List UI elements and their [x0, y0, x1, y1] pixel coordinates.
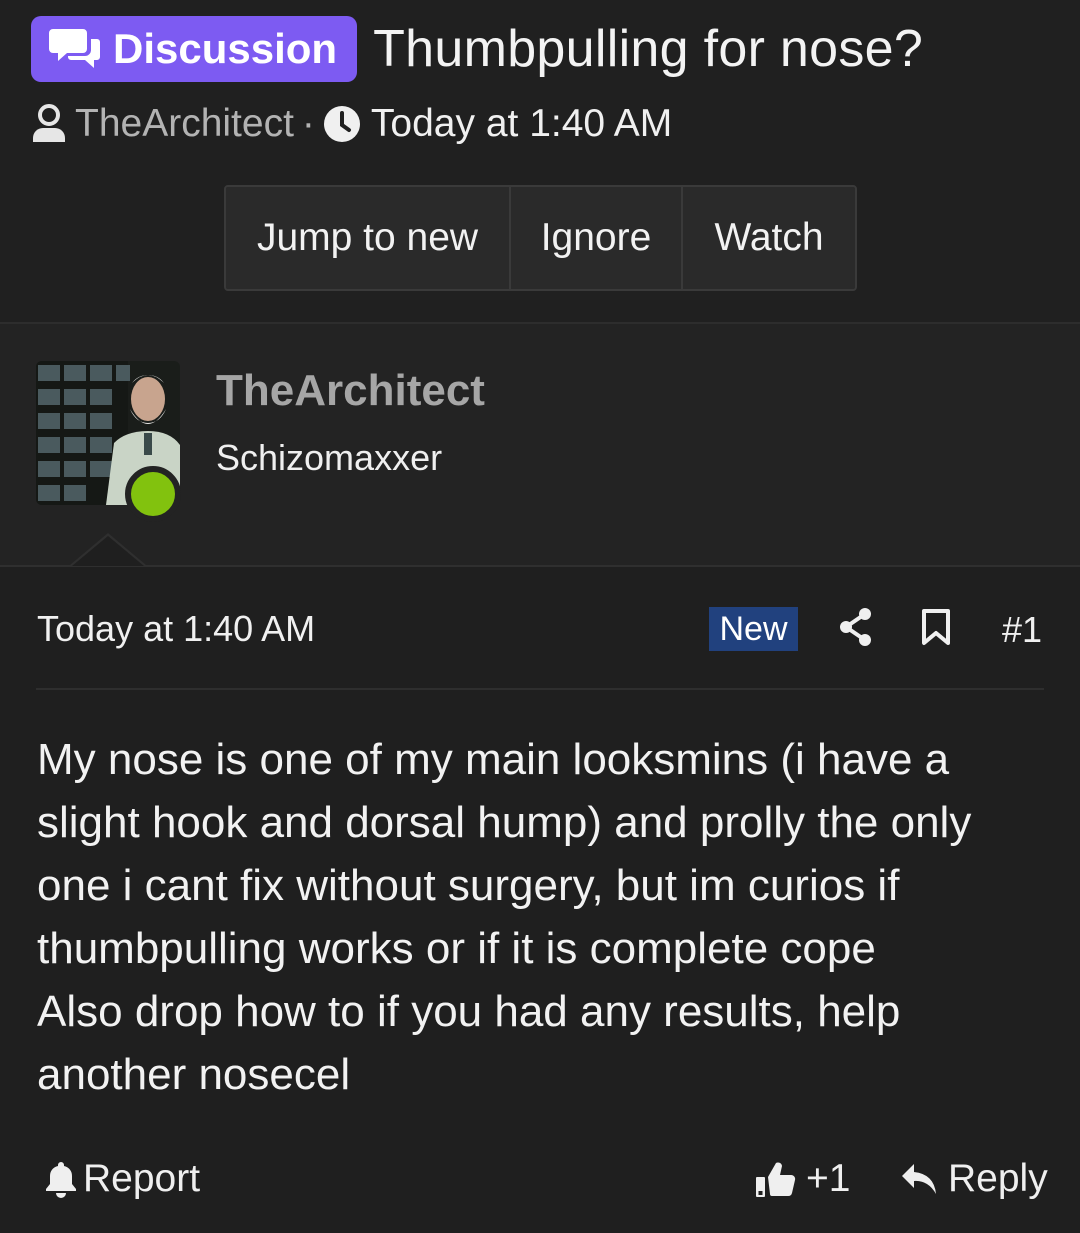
thread-page: Discussion Thumbpulling for nose? TheArc…: [0, 0, 1080, 1233]
report-button[interactable]: Report: [45, 1157, 200, 1201]
user-block-pointer-inner: [72, 536, 144, 566]
thread-meta: TheArchitect · Today at 1:40 AM: [31, 102, 672, 146]
like-button[interactable]: +1: [754, 1157, 850, 1201]
clock-icon: [323, 106, 360, 142]
ignore-button[interactable]: Ignore: [511, 187, 683, 289]
chat-bubbles-icon: [49, 29, 100, 68]
meta-separator: ·: [301, 102, 315, 145]
reply-label: Reply: [948, 1157, 1048, 1200]
watch-button[interactable]: Watch: [683, 187, 855, 289]
badge-label: Discussion: [113, 25, 338, 72]
jump-to-new-button[interactable]: Jump to new: [226, 187, 511, 289]
thread-time[interactable]: Today at 1:40 AM: [371, 102, 672, 146]
post-author-title: Schizomaxxer: [216, 437, 443, 478]
share-icon[interactable]: [838, 607, 874, 652]
post-text-line: Also drop how to if you had any results,…: [37, 987, 901, 1036]
thread-action-buttons: Jump to new Ignore Watch: [224, 185, 857, 291]
bell-icon: [46, 1162, 76, 1198]
post-header-divider: [36, 688, 1044, 690]
post-timestamp[interactable]: Today at 1:40 AM: [37, 608, 315, 650]
user-block-divider: [0, 565, 1080, 567]
post-body: My nose is one of my main looksmins (i h…: [37, 728, 1047, 1106]
user-icon: [33, 104, 65, 142]
post-text-line: slight hook and dorsal hump) and prolly …: [37, 798, 972, 847]
thumbs-up-icon: [756, 1162, 796, 1197]
discussion-badge[interactable]: Discussion: [31, 16, 358, 82]
online-status-indicator: [125, 466, 181, 522]
thread-author-link[interactable]: TheArchitect: [75, 102, 294, 146]
post-user-block: TheArchitect Schizomaxxer: [0, 324, 1080, 565]
new-badge: New: [709, 607, 798, 651]
bookmark-icon[interactable]: [920, 608, 952, 651]
post-author-name[interactable]: TheArchitect: [216, 366, 485, 416]
like-count: +1: [806, 1157, 851, 1200]
post-text-line: My nose is one of my main looksmins (i h…: [37, 735, 950, 784]
title-row: Discussion Thumbpulling for nose?: [31, 16, 923, 82]
thread-title: Thumbpulling for nose?: [373, 20, 924, 78]
reply-button[interactable]: Reply: [900, 1157, 1048, 1201]
post-text-line: thumbpulling works or if it is complete …: [37, 924, 876, 973]
thread-header: Discussion Thumbpulling for nose? TheArc…: [0, 0, 1080, 322]
post-text-line: one i cant fix without surgery, but im c…: [37, 861, 900, 910]
report-label: Report: [83, 1157, 201, 1200]
post-number-link[interactable]: #1: [1002, 609, 1042, 651]
post-text-line: another nosecel: [37, 1050, 351, 1099]
reply-arrow-icon: [902, 1164, 936, 1194]
